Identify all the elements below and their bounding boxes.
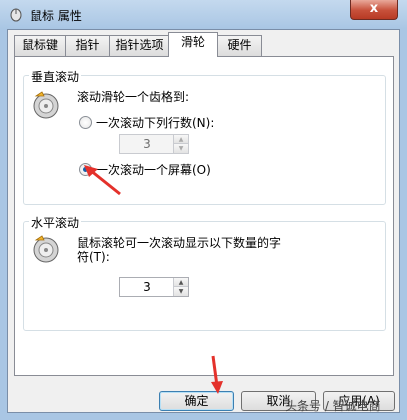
vertical-scroll-group: 垂直滚动 滚动滑轮一个齿格到: 一次滚动下列行数(N): 3 ▲ ▼ 一次滚动一…: [23, 68, 386, 205]
tab-pointers[interactable]: 指针: [65, 35, 110, 56]
close-button[interactable]: x: [350, 0, 398, 20]
vertical-scroll-title: 垂直滚动: [29, 68, 82, 85]
spin-down-icon[interactable]: ▼: [174, 144, 188, 153]
title-bar: 鼠标 属性 x: [0, 0, 407, 29]
horizontal-scroll-description-2: 符(T):: [77, 250, 110, 264]
scroll-chars-value: 3: [143, 280, 151, 294]
tab-pointer-options[interactable]: 指针选项: [109, 35, 170, 56]
annotation-arrow-icon: [211, 355, 223, 394]
tab-wheel[interactable]: 滑轮: [168, 32, 218, 57]
mouse-wheel-icon: [33, 91, 59, 119]
scroll-lines-radio[interactable]: [79, 116, 92, 129]
window-title: 鼠标 属性: [30, 9, 82, 23]
mouse-wheel-icon: [33, 235, 59, 263]
horizontal-scroll-group: 水平滚动 鼠标滚轮可一次滚动显示以下数量的字 符(T): 3 ▲ ▼: [23, 214, 386, 331]
scroll-lines-label: 一次滚动下列行数(N):: [96, 116, 215, 130]
annotation-arrow-icon: [84, 165, 121, 196]
wheel-tab-panel: 垂直滚动 滚动滑轮一个齿格到: 一次滚动下列行数(N): 3 ▲ ▼ 一次滚动一…: [14, 56, 394, 376]
mouse-properties-icon: [10, 8, 22, 22]
tab-hardware[interactable]: 硬件: [217, 35, 262, 56]
spin-up-icon[interactable]: ▲: [174, 135, 188, 144]
scroll-lines-value: 3: [143, 137, 151, 151]
watermark: 头条号 / 智诚电商: [285, 399, 381, 413]
vertical-scroll-description: 滚动滑轮一个齿格到:: [77, 90, 190, 104]
spin-down-icon[interactable]: ▼: [174, 287, 188, 296]
spin-up-icon[interactable]: ▲: [174, 278, 188, 287]
tab-buttons[interactable]: 鼠标键: [14, 35, 66, 56]
scroll-lines-spin-buttons: ▲ ▼: [173, 135, 188, 153]
scroll-lines-stepper[interactable]: 3 ▲ ▼: [119, 134, 189, 154]
horizontal-scroll-title: 水平滚动: [29, 214, 82, 231]
scroll-chars-spin-buttons: ▲ ▼: [173, 278, 188, 296]
scroll-chars-stepper[interactable]: 3 ▲ ▼: [119, 277, 189, 297]
